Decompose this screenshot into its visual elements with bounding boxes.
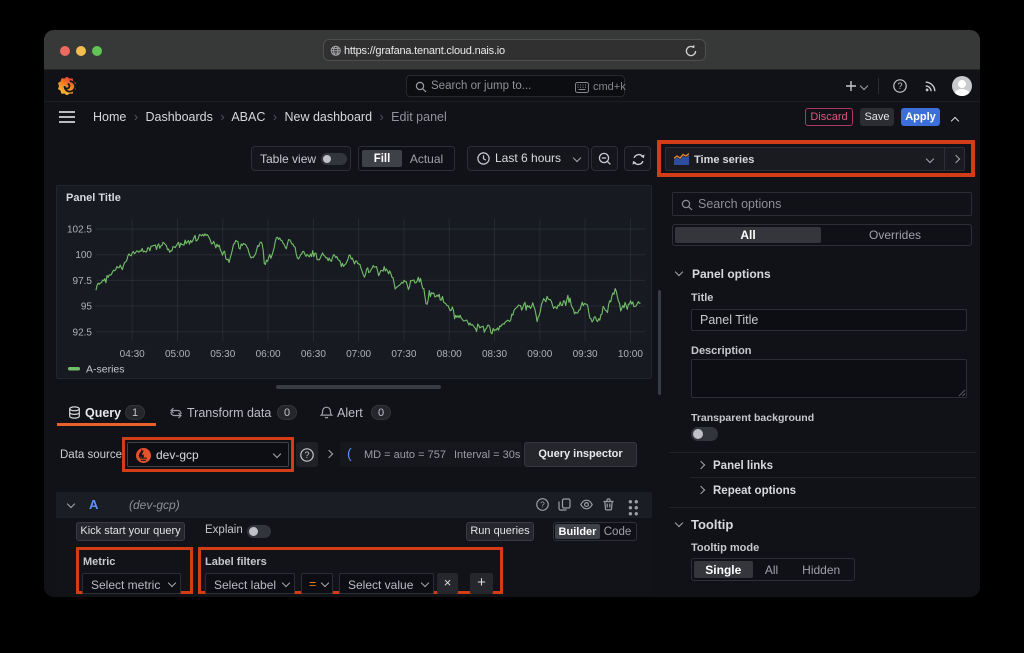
svg-text:09:30: 09:30 xyxy=(573,349,598,360)
svg-text:04:30: 04:30 xyxy=(120,349,145,360)
svg-text:08:30: 08:30 xyxy=(482,349,507,360)
svg-text:?: ? xyxy=(304,450,309,460)
svg-text:08:00: 08:00 xyxy=(437,349,462,360)
svg-text:95: 95 xyxy=(81,302,93,313)
svg-text:06:00: 06:00 xyxy=(256,349,281,360)
svg-text:07:30: 07:30 xyxy=(391,349,416,360)
svg-text:A-series: A-series xyxy=(86,364,125,376)
svg-text:92.5: 92.5 xyxy=(73,327,93,338)
svg-text:?: ? xyxy=(540,499,545,509)
svg-text:100: 100 xyxy=(75,250,92,261)
svg-text:102.5: 102.5 xyxy=(67,225,92,236)
svg-text:?: ? xyxy=(897,81,902,91)
svg-text:09:00: 09:00 xyxy=(527,349,552,360)
svg-text:06:30: 06:30 xyxy=(301,349,326,360)
svg-text:05:00: 05:00 xyxy=(165,349,190,360)
svg-text:10:00: 10:00 xyxy=(618,349,643,360)
svg-text:05:30: 05:30 xyxy=(210,349,235,360)
svg-text:97.5: 97.5 xyxy=(73,276,93,287)
svg-text:07:00: 07:00 xyxy=(346,349,371,360)
